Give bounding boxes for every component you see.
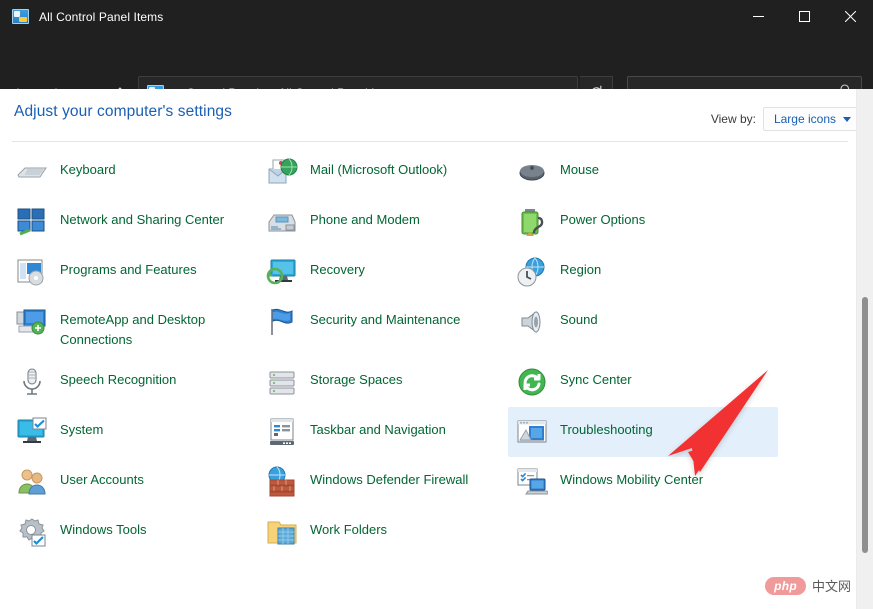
storage-spaces-icon	[266, 366, 298, 398]
speech-recognition-icon	[16, 366, 48, 398]
control-panel-item-label: Phone and Modem	[310, 205, 420, 230]
control-panel-item[interactable]: Phone and Modem	[258, 197, 508, 247]
control-panel-items-grid: AFontsIndexing OptionsInternet OptionsKe…	[0, 142, 856, 557]
control-panel-item[interactable]: Recovery	[258, 247, 508, 297]
control-panel-item-label: Windows Mobility Center	[560, 465, 703, 490]
control-panel-item-label: Work Folders	[310, 515, 387, 540]
security-maintenance-icon	[266, 306, 298, 338]
work-folders-icon	[266, 516, 298, 548]
sync-center-icon	[516, 366, 548, 398]
maximize-button[interactable]	[781, 0, 827, 33]
sound-icon	[516, 306, 548, 338]
mouse-icon	[516, 156, 548, 188]
control-panel-item[interactable]: Work Folders	[258, 507, 508, 557]
title-bar-left: All Control Panel Items	[0, 9, 163, 24]
control-panel-item[interactable]: Security and Maintenance	[258, 297, 508, 357]
windows-mobility-icon	[516, 466, 548, 498]
title-bar: All Control Panel Items	[0, 0, 873, 33]
control-panel-item-label: Power Options	[560, 205, 645, 230]
recovery-icon	[266, 256, 298, 288]
view-by-label: View by:	[711, 112, 756, 126]
system-icon	[16, 416, 48, 448]
navigation-bar: › Control Panel › All Control Panel Item…	[0, 33, 873, 89]
control-panel-item[interactable]: Taskbar and Navigation	[258, 407, 508, 457]
control-panel-item[interactable]: Network and Sharing Center	[8, 197, 258, 247]
control-panel-item[interactable]: Mouse	[508, 147, 778, 197]
control-panel-item[interactable]: RemoteApp and Desktop Connections	[8, 297, 258, 357]
control-panel-item[interactable]: System	[8, 407, 258, 457]
control-panel-icon	[12, 9, 29, 24]
control-panel-item-label: Keyboard	[60, 155, 116, 180]
user-accounts-icon	[16, 466, 48, 498]
page-title: Adjust your computer's settings	[14, 103, 232, 121]
troubleshooting-icon	[516, 416, 548, 448]
view-by-dropdown[interactable]: Large icons	[763, 107, 860, 131]
content-pane: Adjust your computer's settings View by:…	[0, 89, 873, 609]
remoteapp-icon	[16, 306, 48, 338]
control-panel-item[interactable]: Speech Recognition	[8, 357, 258, 407]
control-panel-item[interactable]: Power Options	[508, 197, 778, 247]
control-panel-item-label: Sync Center	[560, 365, 632, 390]
control-panel-item-label: Taskbar and Navigation	[310, 415, 446, 440]
control-panel-item-label: Programs and Features	[60, 255, 197, 280]
control-panel-item-label: Recovery	[310, 255, 365, 280]
control-panel-item[interactable]: Windows Mobility Center	[508, 457, 778, 507]
phone-modem-icon	[266, 206, 298, 238]
control-panel-item[interactable]: Keyboard	[8, 147, 258, 197]
control-panel-item[interactable]: User Accounts	[8, 457, 258, 507]
control-panel-item[interactable]: Mail (Microsoft Outlook)	[258, 147, 508, 197]
control-panel-item-label: Network and Sharing Center	[60, 205, 224, 230]
scrollbar-thumb[interactable]	[862, 297, 868, 553]
control-panel-item-label: RemoteApp and Desktop Connections	[60, 305, 235, 349]
power-options-icon	[516, 206, 548, 238]
mail-icon	[266, 156, 298, 188]
minimize-button[interactable]	[735, 0, 781, 33]
programs-features-icon	[16, 256, 48, 288]
control-panel-item[interactable]: Windows Tools	[8, 507, 258, 557]
control-panel-item-label: System	[60, 415, 103, 440]
control-panel-item-label: Windows Tools	[60, 515, 146, 540]
control-panel-item[interactable]: Storage Spaces	[258, 357, 508, 407]
control-panel-item-label: Security and Maintenance	[310, 305, 460, 330]
view-by-control: View by: Large icons	[711, 107, 860, 131]
control-panel-item-label: User Accounts	[60, 465, 144, 490]
control-panel-item-label: Sound	[560, 305, 598, 330]
control-panel-item-label: Storage Spaces	[310, 365, 403, 390]
close-button[interactable]	[827, 0, 873, 33]
keyboard-icon	[16, 156, 48, 188]
grid-cell-empty	[508, 507, 778, 557]
window-controls	[735, 0, 873, 33]
control-panel-item[interactable]: Sync Center	[508, 357, 778, 407]
control-panel-item[interactable]: Windows Defender Firewall	[258, 457, 508, 507]
control-panel-item[interactable]: Sound	[508, 297, 778, 357]
control-panel-item-label: Speech Recognition	[60, 365, 176, 390]
control-panel-item[interactable]: Programs and Features	[8, 247, 258, 297]
windows-firewall-icon	[266, 466, 298, 498]
view-by-value: Large icons	[774, 112, 836, 126]
items-viewport: AFontsIndexing OptionsInternet OptionsKe…	[0, 142, 856, 609]
window-title: All Control Panel Items	[39, 10, 163, 24]
control-panel-item-label: Mail (Microsoft Outlook)	[310, 155, 447, 180]
chevron-down-icon	[843, 117, 851, 122]
control-panel-item-label: Troubleshooting	[560, 415, 653, 440]
windows-tools-icon	[16, 516, 48, 548]
control-panel-item-label: Windows Defender Firewall	[310, 465, 468, 490]
network-sharing-icon	[16, 206, 48, 238]
taskbar-navigation-icon	[266, 416, 298, 448]
region-icon	[516, 256, 548, 288]
control-panel-item[interactable]: Troubleshooting	[508, 407, 778, 457]
control-panel-item-label: Mouse	[560, 155, 599, 180]
control-panel-item[interactable]: Region	[508, 247, 778, 297]
content-header: Adjust your computer's settings View by:…	[0, 89, 873, 138]
vertical-scrollbar[interactable]	[856, 89, 873, 609]
control-panel-item-label: Region	[560, 255, 601, 280]
control-panel-window: All Control Panel Items	[0, 0, 873, 609]
